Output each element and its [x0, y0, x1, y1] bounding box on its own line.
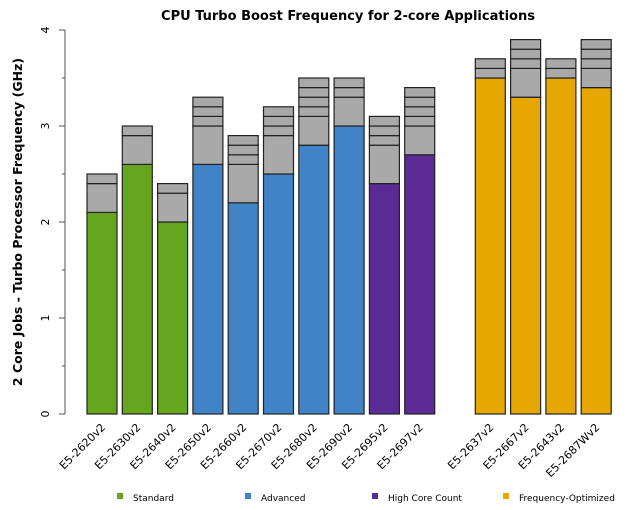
turbo-frequency-chart: CPU Turbo Boost Frequency for 2-core App… [10, 9, 615, 504]
base-frequency-segment [333, 125, 365, 415]
turbo-step-segment [298, 86, 330, 98]
turbo-step-segment [333, 96, 365, 127]
bar-e5-2690v2 [333, 77, 365, 415]
turbo-step-segment [474, 58, 506, 69]
base-frequency-segment [227, 202, 259, 415]
legend-swatch [245, 493, 251, 499]
turbo-step-segment [262, 106, 295, 118]
legend-label: Advanced [261, 494, 305, 504]
turbo-step-segment [298, 115, 330, 146]
legend-swatch [372, 493, 378, 499]
turbo-step-segment [227, 144, 259, 156]
turbo-step-segment [474, 67, 506, 79]
turbo-step-segment [192, 96, 224, 108]
base-frequency-segment [86, 211, 118, 415]
turbo-step-segment [510, 38, 542, 50]
bars [86, 38, 612, 415]
turbo-step-segment [510, 48, 542, 60]
base-frequency-segment [545, 77, 577, 415]
bar-e5-2680v2 [298, 77, 330, 415]
legend-item-standard: Standard [117, 493, 174, 504]
bar-e5-2630v2 [121, 125, 153, 415]
turbo-step-segment [333, 77, 365, 89]
turbo-step-segment [262, 125, 295, 137]
turbo-step-segment [227, 154, 259, 166]
legend-label: Frequency-Optimized [519, 494, 615, 504]
turbo-step-segment [368, 115, 400, 127]
bar-e5-2643v2 [545, 58, 577, 415]
bar-e5-2667v2 [510, 38, 542, 415]
bar-e5-2620v2 [86, 173, 118, 415]
y-tick-label: 1 [39, 315, 52, 322]
bar-e5-2650v2 [192, 96, 224, 415]
bar-e5-2640v2 [157, 183, 189, 415]
legend-swatch [503, 493, 509, 499]
turbo-step-segment [404, 96, 436, 108]
base-frequency-segment [157, 221, 189, 415]
bar-e5-2695v2 [368, 115, 400, 415]
base-frequency-segment [404, 154, 436, 415]
turbo-step-segment [121, 135, 153, 166]
turbo-step-segment [545, 58, 577, 69]
turbo-step-segment [192, 106, 224, 118]
turbo-step-segment [157, 192, 189, 223]
turbo-step-segment [262, 135, 295, 175]
turbo-step-segment [368, 135, 400, 146]
turbo-step-segment [545, 67, 577, 79]
y-axis-label: 2 Core Jobs - Turbo Processor Frequency … [10, 58, 25, 386]
turbo-step-segment [333, 86, 365, 98]
turbo-step-segment [404, 106, 436, 118]
base-frequency-segment [510, 96, 542, 415]
chart-title: CPU Turbo Boost Frequency for 2-core App… [161, 9, 535, 24]
base-frequency-segment [121, 163, 153, 415]
legend-item-frequency-optimized: Frequency-Optimized [503, 493, 615, 504]
bar-e5-2670v2 [262, 106, 295, 415]
turbo-step-segment [227, 135, 259, 146]
turbo-step-segment [580, 48, 612, 60]
base-frequency-segment [368, 183, 400, 415]
turbo-step-segment [510, 67, 542, 98]
turbo-step-segment [368, 125, 400, 137]
turbo-step-segment [368, 144, 400, 185]
turbo-step-segment [580, 67, 612, 89]
turbo-step-segment [510, 58, 542, 69]
base-frequency-segment [580, 86, 612, 415]
turbo-step-segment [121, 125, 153, 137]
y-tick-label: 2 [39, 219, 52, 226]
legend-label: Standard [133, 494, 174, 504]
bar-e5-2687wv2 [580, 38, 612, 415]
turbo-step-segment [298, 77, 330, 89]
legend-label: High Core Count [388, 494, 462, 504]
turbo-step-segment [192, 125, 224, 166]
base-frequency-segment [192, 163, 224, 415]
y-tick-label: 0 [39, 411, 52, 418]
turbo-step-segment [86, 173, 118, 185]
bar-e5-2637v2 [474, 58, 506, 415]
base-frequency-segment [298, 144, 330, 415]
turbo-step-segment [227, 163, 259, 204]
bar-e5-2660v2 [227, 135, 259, 415]
turbo-step-segment [404, 115, 436, 127]
turbo-step-segment [404, 125, 436, 156]
turbo-step-segment [86, 183, 118, 214]
y-tick-label: 4 [39, 27, 52, 34]
legend: Standard Advanced High Core Count Frequency… [117, 493, 615, 504]
turbo-step-segment [298, 106, 330, 118]
base-frequency-segment [474, 77, 506, 415]
legend-swatch [117, 493, 123, 499]
legend-item-high-core-count: High Core Count [372, 493, 462, 504]
bar-e5-2697v2 [404, 86, 436, 415]
turbo-step-segment [404, 86, 436, 98]
y-tick-label: 3 [39, 123, 52, 130]
x-axis-labels: E5-2620v2E5-2630v2E5-2640v2E5-2650v2E5-2… [57, 421, 602, 480]
turbo-step-segment [262, 115, 295, 127]
turbo-step-segment [298, 96, 330, 108]
base-frequency-segment [262, 173, 295, 415]
turbo-step-segment [192, 115, 224, 127]
turbo-step-segment [157, 183, 189, 194]
y-axis: 0 1 2 3 4 [39, 27, 66, 418]
turbo-step-segment [580, 58, 612, 69]
legend-item-advanced: Advanced [245, 493, 305, 504]
turbo-step-segment [580, 38, 612, 50]
